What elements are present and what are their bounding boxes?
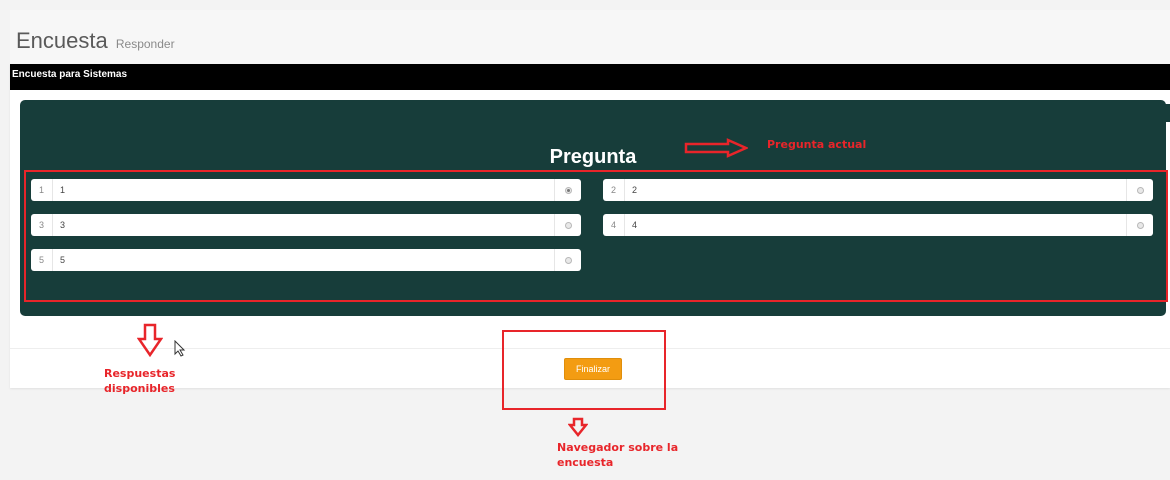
panel-heading-text: Encuesta para Sistemas <box>12 69 128 80</box>
navigator-highlight-box <box>502 330 666 410</box>
page-subtitle: Responder <box>115 37 175 51</box>
annotation-line: encuesta <box>557 456 614 469</box>
annotation-current-question: Pregunta actual <box>767 138 867 151</box>
down-arrow-icon <box>568 417 588 437</box>
page-title-text: Encuesta <box>16 28 108 53</box>
page-header: Encuesta Responder <box>10 10 1170 64</box>
panel-heading: Encuesta para Sistemas <box>10 64 1170 90</box>
annotation-available-answers: Respuestas disponibles <box>104 366 175 396</box>
annotation-navigator: Navegador sobre la encuesta <box>557 440 678 470</box>
annotation-line: disponibles <box>104 382 175 395</box>
question-title: Pregunta <box>549 146 637 168</box>
right-arrow-icon <box>684 138 748 158</box>
down-arrow-icon <box>137 323 163 357</box>
page-title: Encuesta Responder <box>16 28 175 54</box>
answers-highlight-box <box>24 170 1168 302</box>
mouse-cursor-icon <box>174 340 186 357</box>
annotation-line: Respuestas <box>104 367 176 380</box>
annotation-line: Navegador sobre la <box>557 441 679 454</box>
